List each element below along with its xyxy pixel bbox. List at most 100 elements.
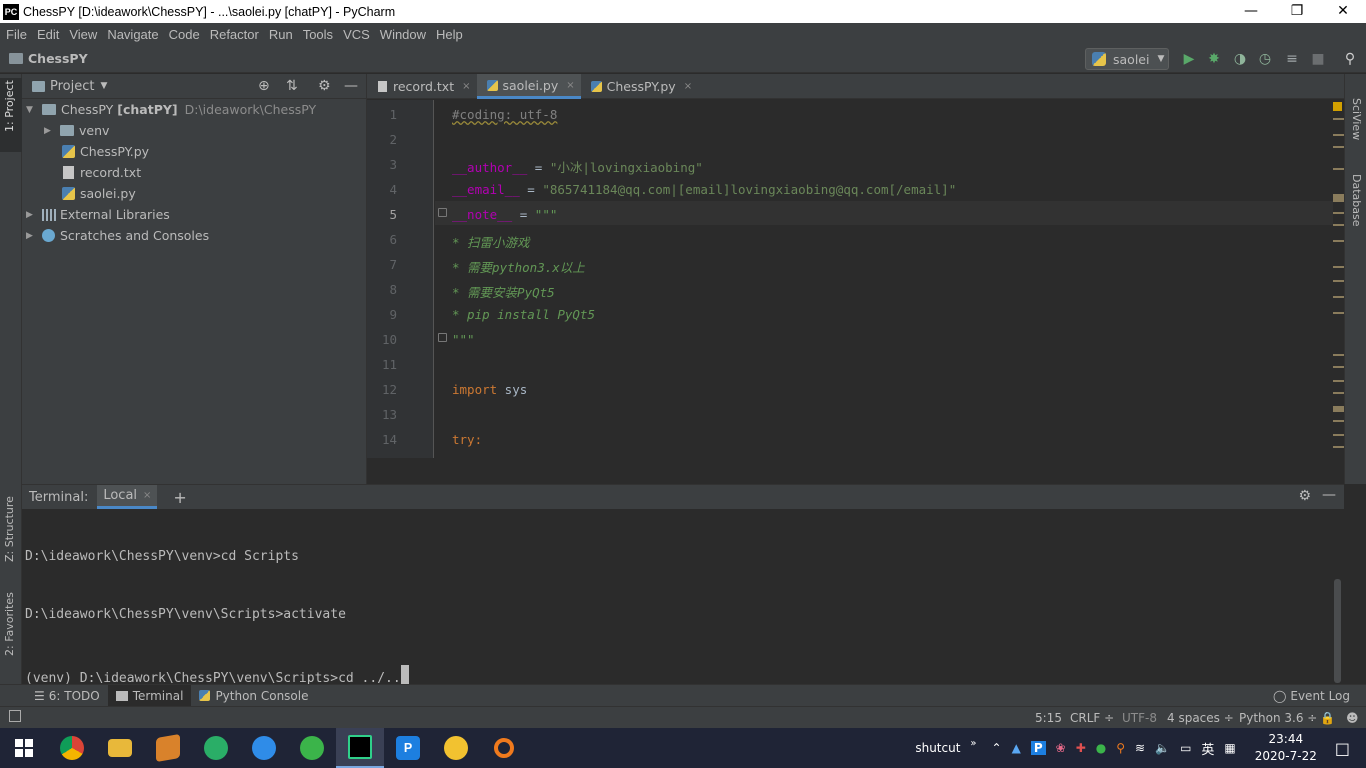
gear-icon[interactable]: ⚙	[1298, 488, 1311, 504]
close-tab-icon[interactable]: ×	[462, 81, 470, 92]
show-hidden-icon[interactable]: ⌃	[992, 741, 1002, 755]
search-icon[interactable]: ⚲	[1342, 51, 1358, 67]
code-line-8[interactable]: * 需要安装PyQt5	[452, 282, 555, 301]
stripe-marker[interactable]	[1333, 146, 1344, 148]
restore-icon[interactable]: ❐	[1274, 0, 1320, 23]
lock-icon[interactable]: 🔒	[1320, 711, 1335, 725]
wifi-icon[interactable]: ≋	[1135, 741, 1145, 755]
stripe-marker[interactable]	[1333, 434, 1344, 436]
menu-tools[interactable]: Tools	[298, 27, 338, 42]
taskbar-explorer[interactable]	[96, 728, 144, 768]
tree-item-project-root[interactable]: ▼ ChessPY [chatPY] D:\ideawork\ChessPY	[26, 99, 316, 120]
stripe-marker[interactable]	[1333, 420, 1344, 422]
tool-tab-structure-label[interactable]: Z: Structure	[3, 496, 16, 562]
code-line-5[interactable]: __note__ = """	[452, 207, 557, 222]
python-interpreter[interactable]: Python 3.6 ÷	[1239, 711, 1317, 725]
menu-help[interactable]: Help	[431, 27, 468, 42]
taskbar-wechat[interactable]	[192, 728, 240, 768]
menu-navigate[interactable]: Navigate	[102, 27, 163, 42]
stripe-marker[interactable]	[1333, 280, 1344, 282]
volume-muted-icon[interactable]: 🔈	[1155, 741, 1170, 755]
magnifier-tray-icon[interactable]: ⚲	[1116, 741, 1125, 755]
stripe-marker[interactable]	[1333, 194, 1344, 202]
code-line-3[interactable]: __author__ = "小冰|lovingxiaobing"	[452, 157, 703, 176]
ime-indicator[interactable]: 英	[1201, 739, 1214, 758]
tray-label[interactable]: shutcut	[915, 741, 960, 755]
tool-tab-python-console[interactable]: Python Console	[191, 685, 316, 707]
clock[interactable]: 23:44 2020-7-22	[1255, 731, 1317, 765]
keyboard-icon[interactable]: ▦	[1224, 741, 1235, 755]
tool-tab-todo[interactable]: ☰ 6: TODO	[26, 685, 108, 707]
code-line-9[interactable]: * pip install PyQt5	[452, 307, 595, 322]
terminal-tab-local[interactable]: Local ×	[97, 485, 158, 509]
stripe-marker[interactable]	[1333, 266, 1344, 268]
stop-icon[interactable]: ■	[1310, 51, 1326, 67]
taskbar-search-tool[interactable]	[480, 728, 528, 768]
stripe-marker[interactable]	[1333, 134, 1344, 136]
taskbar-chrome[interactable]	[48, 728, 96, 768]
tree-item-scratches[interactable]: ▶ Scratches and Consoles	[26, 225, 209, 246]
taskbar-360[interactable]	[288, 728, 336, 768]
tab-saolei-py[interactable]: saolei.py ×	[476, 74, 581, 99]
browser-360-tray-icon[interactable]: ●	[1096, 741, 1106, 755]
file-encoding[interactable]: UTF-8	[1122, 711, 1157, 725]
tab-chesspy-py[interactable]: ChessPY.py ×	[581, 74, 698, 99]
inspector-icon[interactable]: ☻	[1346, 711, 1359, 725]
tree-item-chesspy[interactable]: ChessPY.py	[62, 141, 149, 162]
notification-icon[interactable]: □	[1335, 739, 1350, 758]
chevron-down-icon[interactable]: ▼	[100, 81, 107, 91]
flower-icon[interactable]: ❀	[1056, 741, 1066, 755]
menu-window[interactable]: Window	[375, 27, 431, 42]
stripe-marker[interactable]	[1333, 446, 1344, 448]
p-tray-icon[interactable]: P	[1030, 741, 1046, 755]
caret-position[interactable]: 5:15	[1035, 711, 1062, 725]
build-icon[interactable]: ≡	[1284, 51, 1300, 67]
stripe-marker[interactable]	[1333, 366, 1344, 368]
hide-icon[interactable]: —	[344, 78, 358, 94]
menu-file[interactable]: File	[1, 27, 32, 42]
code-line-10[interactable]: """	[452, 332, 475, 347]
stripe-marker[interactable]	[1333, 312, 1344, 314]
code-line-12[interactable]: import sys	[452, 382, 527, 397]
tool-tab-database-label[interactable]: Database	[1350, 174, 1363, 227]
fold-icon[interactable]	[438, 208, 447, 217]
line-separator[interactable]: CRLF ÷	[1070, 711, 1114, 725]
stripe-marker[interactable]	[1333, 118, 1344, 120]
run-configuration-select[interactable]: saolei ▼	[1085, 48, 1169, 70]
stripe-marker[interactable]	[1333, 168, 1344, 170]
code-line-6[interactable]: * 扫雷小游戏	[452, 232, 530, 251]
run-icon[interactable]: ▶	[1181, 51, 1197, 67]
taskbar-qq[interactable]	[432, 728, 480, 768]
close-tab-icon[interactable]: ×	[143, 490, 151, 501]
stripe-marker[interactable]	[1333, 240, 1344, 242]
menu-view[interactable]: View	[64, 27, 102, 42]
code-line-14[interactable]: try:	[452, 432, 482, 447]
tool-tab-sciview-label[interactable]: SciView	[1350, 98, 1363, 140]
battery-icon[interactable]: ▭	[1180, 741, 1191, 755]
new-terminal-icon[interactable]: +	[173, 488, 186, 507]
tree-item-external-libraries[interactable]: ▶ External Libraries	[26, 204, 170, 225]
overflow-chevron-icon[interactable]: »	[970, 738, 976, 749]
fold-icon[interactable]	[438, 333, 447, 342]
tree-item-saolei[interactable]: saolei.py	[62, 183, 136, 204]
menu-code[interactable]: Code	[164, 27, 205, 42]
code-line-1[interactable]: #coding: utf-8	[452, 107, 557, 122]
tool-tab-project-label[interactable]: 1: Project	[3, 80, 16, 132]
warning-marker[interactable]	[1333, 102, 1342, 111]
start-button[interactable]	[0, 728, 48, 768]
project-panel-title[interactable]: Project	[50, 79, 94, 94]
tree-item-venv[interactable]: ▶ venv	[44, 120, 109, 141]
menu-edit[interactable]: Edit	[32, 27, 64, 42]
stripe-marker[interactable]	[1333, 212, 1344, 214]
stripe-marker[interactable]	[1333, 380, 1344, 382]
breadcrumb[interactable]: ChessPY	[9, 51, 88, 66]
indent-setting[interactable]: 4 spaces ÷	[1167, 711, 1234, 725]
close-tab-icon[interactable]: ×	[566, 80, 574, 91]
shield-icon[interactable]: ▲	[1012, 741, 1021, 755]
close-icon[interactable]: ✕	[1320, 0, 1366, 23]
tree-item-record[interactable]: record.txt	[62, 162, 141, 183]
locate-icon[interactable]: ⊕	[258, 78, 270, 94]
tool-tab-terminal[interactable]: Terminal	[107, 684, 192, 707]
hide-icon[interactable]: —	[1322, 487, 1336, 503]
minimize-icon[interactable]: —	[1228, 0, 1274, 23]
